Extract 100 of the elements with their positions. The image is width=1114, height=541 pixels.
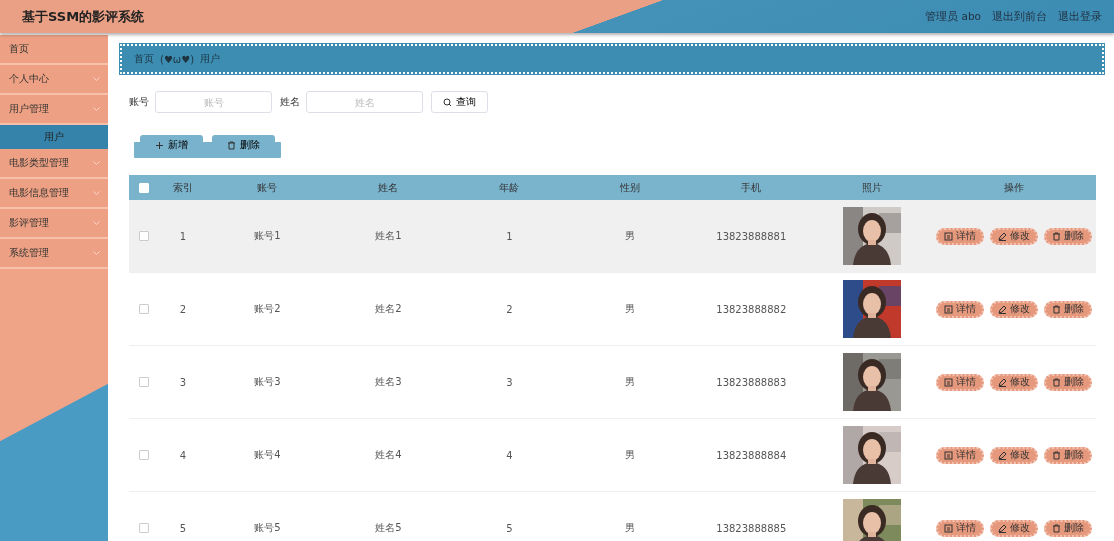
detail-button[interactable]: 详情 xyxy=(936,300,985,318)
table-cell: 账号1 xyxy=(254,230,281,241)
chevron-down-icon xyxy=(93,251,100,255)
sidebar-item[interactable]: 电影类型管理 xyxy=(0,149,108,179)
sidebar-item[interactable]: 首页 xyxy=(0,35,108,65)
table-cell: 男 xyxy=(625,449,636,460)
table-cell: 3 xyxy=(179,376,187,388)
header-link[interactable]: 退出到前台 xyxy=(992,9,1047,24)
search-icon xyxy=(443,97,452,107)
search-button[interactable]: 查询 xyxy=(431,91,488,113)
header-link[interactable]: 管理员 abo xyxy=(925,9,981,24)
sidebar-item[interactable]: 个人中心 xyxy=(0,65,108,95)
table-cell: 13823888885 xyxy=(716,522,787,534)
chevron-down-icon xyxy=(93,107,100,111)
table-cell: 账号3 xyxy=(254,376,281,387)
table-cell: 账号4 xyxy=(254,449,281,460)
edit-button[interactable]: 修改 xyxy=(990,373,1039,391)
app-title: 基于SSM的影评系统 xyxy=(22,7,145,26)
table-cell: 男 xyxy=(625,376,636,387)
trash-icon xyxy=(1052,304,1062,314)
edit-button[interactable]: 修改 xyxy=(990,300,1039,318)
plus-icon xyxy=(155,140,164,150)
detail-button[interactable]: 详情 xyxy=(936,373,985,391)
table-cell: 男 xyxy=(625,303,636,314)
breadcrumb-separator: (♥ω♥) xyxy=(160,53,195,65)
table-cell: 姓名3 xyxy=(375,376,402,387)
sidebar-item[interactable]: 系统管理 xyxy=(0,239,108,269)
header-link[interactable]: 退出登录 xyxy=(1058,9,1102,24)
table-cell: 13823888881 xyxy=(716,230,787,242)
document-icon xyxy=(944,523,954,533)
table-cell: 姓名4 xyxy=(375,449,402,460)
trash-icon xyxy=(1052,377,1062,387)
table-cell: 男 xyxy=(625,230,636,241)
column-header: 年龄 xyxy=(498,180,521,195)
table-cell: 姓名2 xyxy=(375,303,402,314)
delete-button[interactable]: 删除 xyxy=(1044,373,1093,391)
chevron-down-icon xyxy=(93,221,100,225)
row-checkbox[interactable] xyxy=(139,377,149,387)
sidebar-item[interactable]: 影评管理 xyxy=(0,209,108,239)
trash-icon xyxy=(1052,523,1062,533)
field-label: 账号 xyxy=(129,95,149,109)
pencil-icon xyxy=(998,377,1008,387)
column-header: 照片 xyxy=(861,180,884,195)
search-field[interactable]: 账号 xyxy=(155,91,272,113)
chevron-down-icon xyxy=(93,191,100,195)
detail-button[interactable]: 详情 xyxy=(936,446,985,464)
chevron-down-icon xyxy=(93,77,100,81)
document-icon xyxy=(944,231,954,241)
table-cell: 1 xyxy=(179,230,187,242)
trash-icon xyxy=(227,140,236,150)
table-cell: 5 xyxy=(179,522,187,534)
sidebar-subitem[interactable]: 用户 xyxy=(0,125,108,149)
field-label: 姓名 xyxy=(280,95,300,109)
breadcrumb-link[interactable]: 首页 xyxy=(134,52,154,66)
delete-button[interactable]: 删除 xyxy=(1044,300,1093,318)
document-icon xyxy=(944,377,954,387)
pencil-icon xyxy=(998,450,1008,460)
table-cell: 5 xyxy=(506,522,513,534)
chevron-down-icon xyxy=(93,161,100,165)
column-header: 姓名 xyxy=(377,180,400,195)
detail-button[interactable]: 详情 xyxy=(936,227,985,245)
column-header: 账号 xyxy=(256,180,279,195)
breadcrumb-current: 用户 xyxy=(200,52,221,66)
table-cell: 13823888882 xyxy=(716,303,787,315)
delete-button[interactable]: 删除 xyxy=(1044,519,1093,537)
row-checkbox[interactable] xyxy=(139,231,149,241)
edit-button[interactable]: 修改 xyxy=(990,446,1039,464)
table-cell: 4 xyxy=(179,449,187,461)
select-all-checkbox[interactable] xyxy=(139,182,149,193)
document-icon xyxy=(944,450,954,460)
row-checkbox[interactable] xyxy=(139,304,149,314)
trash-icon xyxy=(1052,231,1062,241)
table-cell: 4 xyxy=(506,449,513,461)
row-checkbox[interactable] xyxy=(139,450,149,460)
column-header: 索引 xyxy=(172,180,194,195)
trash-icon xyxy=(1052,450,1062,460)
sidebar-item[interactable]: 用户管理 xyxy=(0,95,108,125)
table-cell: 姓名5 xyxy=(375,522,402,533)
table-cell: 1 xyxy=(506,230,513,242)
sidebar-item[interactable]: 电影信息管理 xyxy=(0,179,108,209)
table-cell: 3 xyxy=(506,376,513,388)
table-cell: 2 xyxy=(506,303,513,315)
delete-button[interactable]: 删除 xyxy=(1044,446,1093,464)
table-cell: 2 xyxy=(179,303,187,315)
pencil-icon xyxy=(998,304,1008,314)
column-header: 性别 xyxy=(619,180,642,195)
table-cell: 男 xyxy=(625,522,636,533)
column-header: 操作 xyxy=(1003,180,1026,195)
table-cell: 姓名1 xyxy=(375,230,402,241)
column-header: 手机 xyxy=(740,180,763,195)
delete-button[interactable]: 删除 xyxy=(1044,227,1093,245)
table-cell: 账号2 xyxy=(254,303,281,314)
search-field[interactable]: 姓名 xyxy=(306,91,423,113)
edit-button[interactable]: 修改 xyxy=(990,227,1039,245)
table-cell: 13823888884 xyxy=(716,449,787,461)
document-icon xyxy=(944,304,954,314)
edit-button[interactable]: 修改 xyxy=(990,519,1039,537)
detail-button[interactable]: 详情 xyxy=(936,519,985,537)
row-checkbox[interactable] xyxy=(139,523,149,533)
table-cell: 账号5 xyxy=(254,522,281,533)
